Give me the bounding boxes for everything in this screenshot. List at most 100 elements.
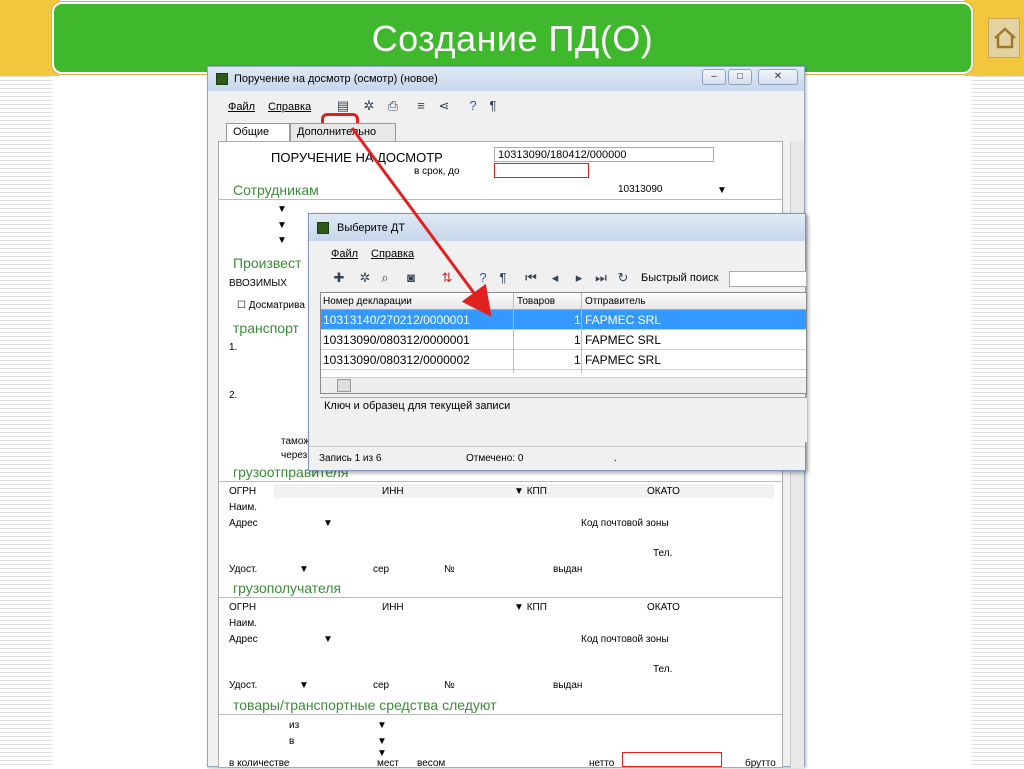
- staff-dropdown-3-icon[interactable]: ▼: [277, 235, 287, 246]
- consignee-series-label: сер: [373, 680, 390, 691]
- dialog-toolbar: ✚ ✲ ⌕ ◙ ⇅ ? ¶ ⏮ ◂ ▸ ⏭ ↻ Быстрый поиск: [309, 266, 807, 290]
- dialog-app-icon: [317, 222, 329, 234]
- settings-icon[interactable]: ✲: [357, 270, 373, 286]
- settings-icon[interactable]: ✲: [361, 98, 377, 114]
- last-record-icon[interactable]: ⏭: [593, 270, 609, 286]
- select-dt-icon[interactable]: ▤: [335, 98, 351, 114]
- marked-status: Отмечено: 0: [466, 453, 524, 464]
- weight-label: весом: [417, 758, 446, 769]
- deadline-field[interactable]: [494, 163, 589, 178]
- info-icon[interactable]: ¶: [485, 98, 501, 114]
- left-yellow-band: [0, 0, 60, 76]
- minimize-button[interactable]: –: [702, 69, 726, 85]
- kpp-text: КПП: [526, 486, 547, 497]
- export-icon[interactable]: ⋖: [436, 98, 452, 114]
- inspect-checkbox[interactable]: ☐ Досматрива: [237, 300, 305, 311]
- consignee-okato-label: ОКАТО: [647, 602, 680, 613]
- dialog-title: Выберите ДТ: [337, 222, 406, 234]
- shipper-id-dropdown-icon[interactable]: ▼: [299, 564, 309, 575]
- col-header-sender[interactable]: Отправитель: [585, 296, 646, 307]
- inspect-label: Досматрива: [248, 300, 305, 311]
- home-icon: [994, 27, 1016, 49]
- hscroll-thumb[interactable]: [337, 379, 351, 392]
- shipper-issued-label: выдан: [553, 564, 583, 575]
- table-header: Номер декларации Товаров Отправитель: [321, 293, 806, 310]
- table-row[interactable]: 10313140/270212/0000001 1 FAPMEC SRL: [321, 310, 806, 330]
- key-panel-label: Ключ и образец для текущей записи: [324, 400, 511, 412]
- shipper-inn-label: ИНН: [382, 486, 404, 497]
- goods-to-dropdown-icon[interactable]: ▼: [377, 736, 387, 747]
- next-record-icon[interactable]: ▸: [571, 270, 587, 286]
- consignee-num-label: №: [444, 680, 455, 691]
- section-goods: товары/транспортные средства следуют: [233, 697, 497, 713]
- row-goods: 1: [574, 353, 581, 367]
- maximize-button[interactable]: □: [728, 69, 752, 85]
- dialog-menu-file[interactable]: Файл: [331, 248, 358, 260]
- goods-from-dropdown-icon[interactable]: ▼: [377, 720, 387, 731]
- camera-icon[interactable]: ◙: [403, 270, 419, 286]
- tab-general[interactable]: Общие: [226, 123, 290, 141]
- prev-record-icon[interactable]: ◂: [547, 270, 563, 286]
- dialog-menu-help[interactable]: Справка: [371, 248, 414, 260]
- staff-dropdown-1-icon[interactable]: ▼: [277, 204, 287, 215]
- net-label: нетто: [589, 758, 615, 769]
- order-toolbar: ▤ ✲ ⎙ ≡ ⋖ ? ¶: [208, 91, 804, 145]
- divider: [219, 481, 782, 482]
- section-transport: транспорт: [233, 320, 299, 336]
- help-icon[interactable]: ?: [475, 270, 491, 286]
- order-number-field[interactable]: 10313090/180412/000000: [494, 147, 714, 162]
- search-icon[interactable]: ⌕: [377, 270, 393, 286]
- quick-search-input[interactable]: [729, 271, 807, 287]
- refresh-icon[interactable]: ↻: [615, 270, 631, 286]
- row-number: 10313090/080312/0000002: [323, 353, 470, 367]
- slide-title-banner: Создание ПД(О): [52, 2, 973, 74]
- gross-label: брутто: [745, 758, 776, 769]
- col-header-goods[interactable]: Товаров: [517, 296, 555, 307]
- staff-dropdown-icon[interactable]: ▼: [717, 185, 727, 196]
- col-header-number[interactable]: Номер декларации: [323, 296, 412, 307]
- consignee-id-label: Удост.: [229, 680, 258, 691]
- tab-extra[interactable]: Дополнительно: [290, 123, 396, 141]
- sort-icon[interactable]: ⇅: [439, 270, 455, 286]
- row-1-label: 1.: [229, 342, 238, 353]
- dialog-statusbar: Запись 1 из 6 Отмечено: 0 .: [309, 446, 805, 468]
- divider: [219, 714, 782, 715]
- consignee-tel-label: Тел.: [653, 664, 673, 675]
- info-icon[interactable]: ¶: [495, 270, 511, 286]
- first-record-icon[interactable]: ⏮: [523, 270, 539, 286]
- row-goods: 1: [574, 333, 581, 347]
- close-button[interactable]: ✕: [758, 69, 798, 85]
- consignee-name-label: Наим.: [229, 618, 258, 629]
- staff-code-field[interactable]: 10313090: [615, 183, 755, 198]
- consignee-address-dropdown-icon[interactable]: ▼: [323, 634, 333, 645]
- add-icon[interactable]: ✚: [331, 270, 347, 286]
- print-icon[interactable]: ⎙: [385, 98, 401, 114]
- shipper-kpp-label: ▼ КПП: [514, 486, 547, 497]
- order-window-titlebar: Поручение на досмотр (осмотр) (новое) – …: [208, 67, 804, 91]
- section-consignee: грузополучателя: [233, 580, 342, 596]
- form-title: ПОРУЧЕНИЕ НА ДОСМОТР: [271, 150, 443, 165]
- table-row[interactable]: 10313090/080312/0000001 1 FAPMEC SRL: [321, 330, 806, 350]
- section-produce: Произвест: [233, 255, 302, 271]
- goods-from-label: из: [289, 720, 300, 731]
- shipper-okato-label: ОКАТО: [647, 486, 680, 497]
- row-sender: FAPMEC SRL: [585, 333, 662, 347]
- help-icon[interactable]: ?: [465, 98, 481, 114]
- home-button[interactable]: [988, 18, 1020, 58]
- shipper-address-dropdown-icon[interactable]: ▼: [323, 518, 333, 529]
- table-hscroll[interactable]: [321, 377, 806, 393]
- shipper-num-label: №: [444, 564, 455, 575]
- staff-dropdown-2-icon[interactable]: ▼: [277, 220, 287, 231]
- row-2-label: 2.: [229, 390, 238, 401]
- net-field[interactable]: [622, 752, 722, 767]
- row-sender: FAPMEC SRL: [585, 313, 662, 327]
- list-icon[interactable]: ≡: [413, 98, 429, 114]
- kpp-text: КПП: [526, 602, 547, 613]
- qty-label: в количестве: [229, 758, 290, 769]
- table-row[interactable]: 10313090/080312/0000002 1 FAPMEC SRL: [321, 350, 806, 370]
- consignee-id-dropdown-icon[interactable]: ▼: [299, 680, 309, 691]
- quick-search-label: Быстрый поиск: [641, 272, 719, 284]
- shipper-ogrn-label: ОГРН: [229, 486, 257, 497]
- order-window-title: Поручение на досмотр (осмотр) (новое): [234, 73, 438, 85]
- row-number: 10313140/270212/0000001: [323, 313, 470, 327]
